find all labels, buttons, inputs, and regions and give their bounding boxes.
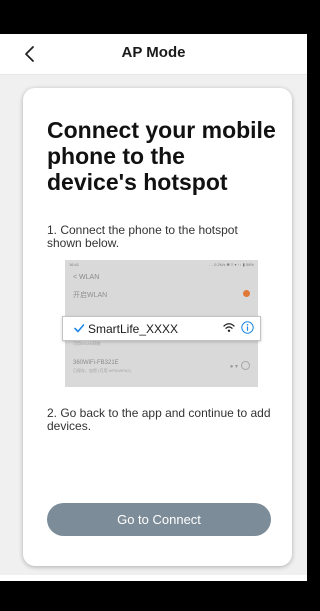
hotspot-ssid: SmartLife_XXXX [88,322,179,336]
go-to-connect-button[interactable]: Go to Connect [47,503,271,536]
bottom-bar [0,581,307,611]
step-1-text: 1. Connect the phone to the hotspot show… [47,223,238,250]
preview-wlan-label: 开启WLAN [73,292,108,299]
preview-status-icons: … 0.2K/s ✱ ≡ ▾ ↑↓ ▮ 58% [208,262,254,267]
preview-info-icon [241,361,250,370]
preview-network-icons: ● ▾ [229,364,238,370]
preview-status-bar: 16:41 … 0.2K/s ✱ ≡ ▾ ↑↓ ▮ 58% [65,260,258,268]
preview-faded-row: 可用WLAN网络 [73,341,101,346]
preview-network-subtitle: 已保存，加密 (可用 WPA/WPA2) [73,368,131,373]
preview-network-name: 360WiFi-FB321E [73,360,119,366]
info-icon [241,321,254,334]
app-screen: AP Mode Connect your mobile phone to the… [0,0,307,611]
preview-status-time: 16:41 [69,262,80,267]
preview-wlan-header: < WLAN [73,274,100,281]
check-icon [74,324,85,333]
page-title: AP Mode [121,44,186,61]
wifi-icon [223,323,235,332]
navigation-bar: AP Mode [0,34,307,75]
hotspot-network-row: SmartLife_XXXX [62,316,261,341]
step-2-text: 2. Go back to the app and continue to ad… [47,406,271,433]
card-title: Connect your mobile phone to the device'… [47,117,276,195]
preview-wlan-toggle [243,290,250,297]
status-bar [0,0,307,34]
